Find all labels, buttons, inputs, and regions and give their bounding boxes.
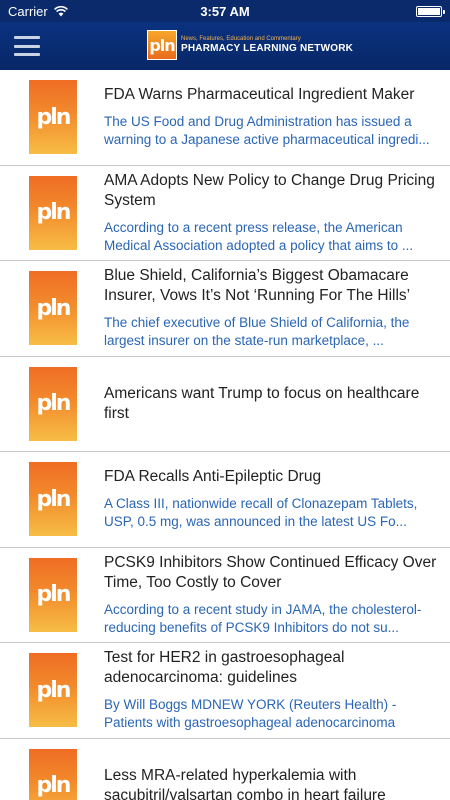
battery-icon bbox=[416, 5, 445, 17]
article-summary: The US Food and Drug Administration has … bbox=[104, 114, 430, 148]
article-item[interactable]: pln Less MRA-related hyperkalemia with s… bbox=[0, 739, 450, 800]
article-headline: AMA Adopts New Policy to Change Drug Pri… bbox=[104, 171, 435, 209]
article-item[interactable]: pln FDA Recalls Anti-Epileptic Drug A Cl… bbox=[0, 452, 450, 548]
article-item[interactable]: pln Test for HER2 in gastroesophageal ad… bbox=[0, 643, 450, 739]
article-item[interactable]: pln Blue Shield, California’s Biggest Ob… bbox=[0, 261, 450, 357]
nav-bar: pln News, Features, Education and Commen… bbox=[0, 22, 450, 70]
article-thumbnail: pln bbox=[29, 653, 77, 728]
status-left: Carrier bbox=[8, 4, 68, 19]
article-summary: A Class III, nationwide recall of Clonaz… bbox=[104, 496, 418, 530]
article-headline: Americans want Trump to focus on healthc… bbox=[104, 384, 420, 422]
article-headline: FDA Warns Pharmaceutical Ingredient Make… bbox=[104, 86, 415, 104]
article-item[interactable]: pln AMA Adopts New Policy to Change Drug… bbox=[0, 166, 450, 261]
article-headline: Blue Shield, California’s Biggest Obamac… bbox=[104, 267, 411, 305]
article-text: Test for HER2 in gastroesophageal adenoc… bbox=[104, 648, 438, 732]
article-thumbnail: pln bbox=[29, 175, 77, 250]
menu-line bbox=[14, 36, 40, 39]
wifi-icon bbox=[53, 5, 68, 16]
brand-tagline: News, Features, Education and Commentary bbox=[181, 36, 301, 42]
article-summary: According to a recent press release, the… bbox=[104, 219, 414, 253]
article-summary: The chief executive of Blue Shield of Ca… bbox=[104, 315, 410, 349]
article-thumbnail: pln bbox=[29, 271, 77, 346]
article-text: Less MRA-related hyperkalemia with sacub… bbox=[104, 766, 438, 800]
article-text: PCSK9 Inhibitors Show Continued Efficacy… bbox=[104, 553, 438, 637]
article-headline: Test for HER2 in gastroesophageal adenoc… bbox=[104, 649, 345, 687]
article-item[interactable]: pln Americans want Trump to focus on hea… bbox=[0, 357, 450, 452]
article-headline: FDA Recalls Anti-Epileptic Drug bbox=[104, 468, 322, 486]
article-thumbnail: pln bbox=[29, 557, 77, 632]
article-summary: According to a recent study in JAMA, the… bbox=[104, 601, 422, 635]
brand-name: PHARMACY LEARNING NETWORK bbox=[181, 43, 354, 54]
article-summary: By Will Boggs MDNEW YORK (Reuters Health… bbox=[104, 697, 397, 731]
article-thumbnail: pln bbox=[29, 80, 77, 155]
menu-line bbox=[14, 44, 40, 48]
status-bar: Carrier 3:57 AM bbox=[0, 0, 450, 22]
menu-line bbox=[14, 53, 40, 56]
pln-logo: pln bbox=[147, 30, 177, 60]
article-text: FDA Warns Pharmaceutical Ingredient Make… bbox=[104, 85, 438, 149]
brand-text: News, Features, Education and Commentary… bbox=[181, 36, 353, 54]
battery-level bbox=[418, 7, 440, 15]
article-item[interactable]: pln FDA Warns Pharmaceutical Ingredient … bbox=[0, 70, 450, 166]
brand-logo: pln News, Features, Education and Commen… bbox=[147, 30, 353, 60]
article-text: AMA Adopts New Policy to Change Drug Pri… bbox=[104, 171, 438, 255]
hamburger-menu-icon[interactable] bbox=[14, 36, 40, 56]
article-thumbnail: pln bbox=[29, 748, 77, 800]
article-thumbnail: pln bbox=[29, 366, 77, 441]
article-thumbnail: pln bbox=[29, 462, 77, 537]
article-feed[interactable]: pln FDA Warns Pharmaceutical Ingredient … bbox=[0, 70, 450, 800]
article-item[interactable]: pln PCSK9 Inhibitors Show Continued Effi… bbox=[0, 548, 450, 643]
article-text: Blue Shield, California’s Biggest Obamac… bbox=[104, 266, 438, 350]
article-text: FDA Recalls Anti-Epileptic Drug A Class … bbox=[104, 467, 438, 531]
article-headline: PCSK9 Inhibitors Show Continued Efficacy… bbox=[104, 553, 437, 591]
article-text: Americans want Trump to focus on healthc… bbox=[104, 384, 438, 424]
article-headline: Less MRA-related hyperkalemia with sacub… bbox=[104, 766, 386, 800]
carrier-label: Carrier bbox=[8, 3, 48, 19]
